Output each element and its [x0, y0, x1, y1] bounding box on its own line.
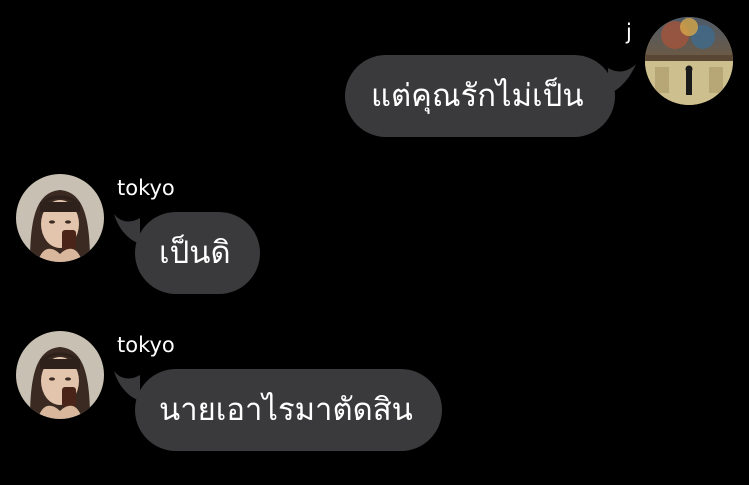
- sender-avatar-tokyo[interactable]: [16, 174, 104, 262]
- chat-thread: j แต่คุณรักไม่เป็น tokyo เป็นดิ tokyo นา…: [0, 0, 749, 485]
- woman-portrait-avatar-image: [16, 174, 104, 262]
- sender-avatar-j[interactable]: [645, 17, 733, 105]
- stage-scene-avatar-image: [645, 17, 733, 105]
- sender-name-tokyo: tokyo: [117, 176, 175, 200]
- message-bubble-incoming[interactable]: เป็นดิ: [135, 212, 260, 294]
- woman-portrait-avatar-image: [16, 331, 104, 419]
- message-bubble-incoming[interactable]: นายเอาไรมาตัดสิน: [135, 369, 442, 451]
- sender-avatar-tokyo[interactable]: [16, 331, 104, 419]
- message-bubble-outgoing[interactable]: แต่คุณรักไม่เป็น: [345, 55, 615, 137]
- sender-name-tokyo: tokyo: [117, 333, 175, 357]
- sender-name-j: j: [626, 20, 632, 44]
